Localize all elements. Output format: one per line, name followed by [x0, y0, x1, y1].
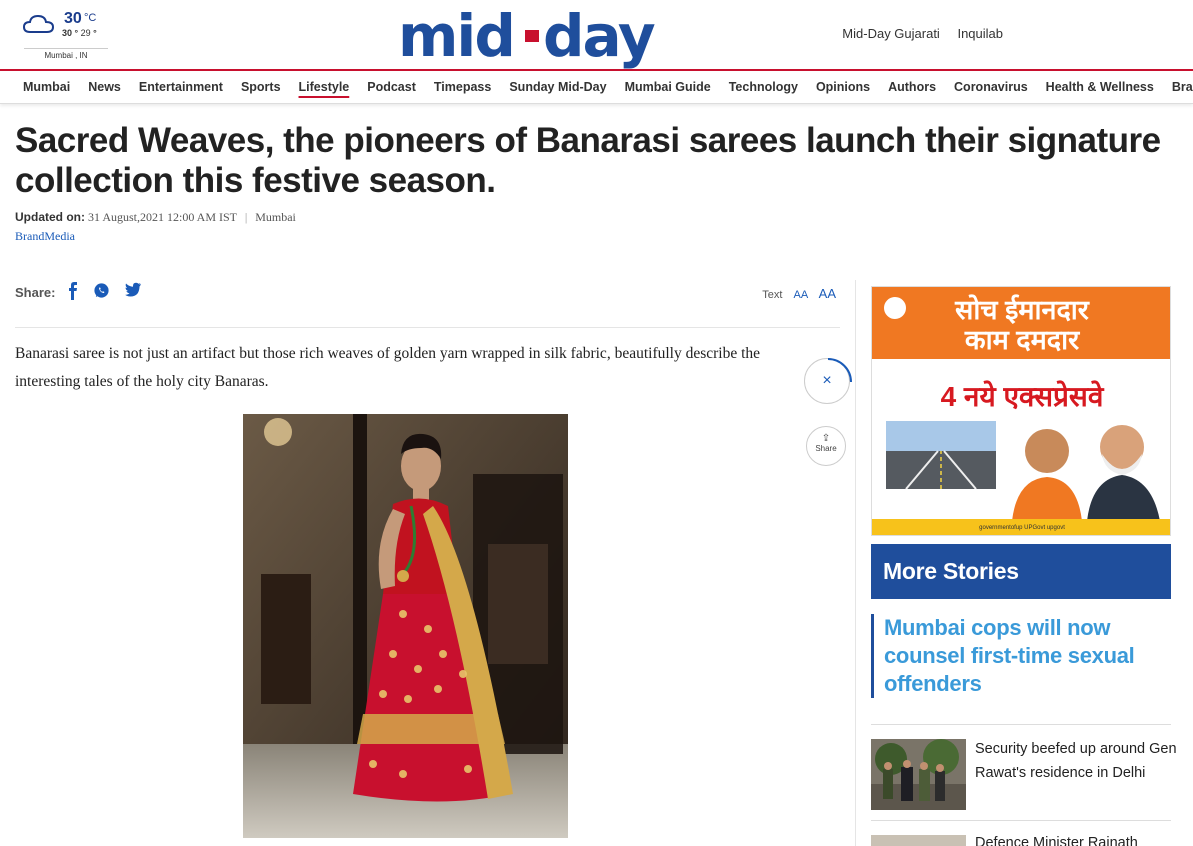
nav-item-technology[interactable]: Technology [720, 80, 807, 94]
share-label: Share: [15, 285, 56, 300]
nav-item-coronavirus[interactable]: Coronavirus [945, 80, 1037, 94]
site-header: 30 °C 30 ° 29 ° Mumbai , IN mid day Mid-… [0, 0, 1193, 70]
close-floating-button[interactable]: × [804, 358, 852, 404]
nav-item-lifestyle[interactable]: Lifestyle [290, 80, 359, 94]
nav-item-mumbai-guide[interactable]: Mumbai Guide [616, 80, 720, 94]
edition-link-gujarati[interactable]: Mid-Day Gujarati [842, 26, 940, 41]
nav-item-health-wellness[interactable]: Health & Wellness [1037, 80, 1163, 94]
weather-widget[interactable]: 30 °C 30 ° 29 ° Mumbai , IN [22, 8, 110, 60]
svg-text:mid: mid [398, 2, 514, 70]
story-divider [871, 724, 1171, 725]
article-headline: Sacred Weaves, the pioneers of Banarasi … [15, 121, 1161, 200]
story-title: Security beefed up around Gen Rawat's re… [975, 741, 1177, 781]
main-nav: Mumbai News Entertainment Sports Lifesty… [0, 71, 1193, 104]
article-meta: Updated on: 31 August,2021 12:00 AM IST … [15, 210, 296, 225]
text-size-increase[interactable]: AA [819, 286, 836, 301]
share-icon: ⇪ [821, 433, 831, 444]
story-thumbnail [871, 739, 966, 810]
story-item[interactable]: Defence Minister Rajnath [871, 831, 1191, 846]
security-photo [871, 739, 966, 810]
weather-high-low: 30 ° 29 ° [62, 28, 97, 38]
progress-ring-icon [827, 358, 852, 383]
twitter-icon[interactable] [124, 282, 142, 303]
site-logo[interactable]: mid day [398, 0, 680, 70]
nav-item-sunday-mid-day[interactable]: Sunday Mid-Day [500, 80, 615, 94]
more-stories-heading: More Stories [871, 544, 1171, 599]
floating-share-button[interactable]: ⇪ Share [806, 426, 846, 466]
nav-item-brand-media[interactable]: Brand Media [1163, 80, 1193, 94]
ad-body: 4 नये एक्सप्रेसवे governmentofup UPGovt … [872, 359, 1170, 535]
article-lede: Banarasi saree is not just an artifact b… [15, 345, 761, 390]
edition-links: Mid-Day Gujarati Inquilab [828, 26, 1003, 41]
leaders-portrait-image [1012, 425, 1160, 521]
text-size-controls: Text AA AA [762, 286, 836, 301]
article-image [243, 414, 568, 838]
share-bar: Share: Text AA AA [15, 280, 840, 328]
weather-temp: 30 [64, 10, 82, 27]
expressway-image [886, 421, 996, 489]
column-divider [855, 280, 856, 846]
sidebar-advertisement[interactable]: सोच ईमानदार काम दमदार 4 नये एक्सप्रेसवे … [871, 286, 1171, 536]
story-thumbnail [871, 835, 966, 846]
updated-label: Updated on: [15, 210, 85, 224]
ad-tagline: सोच ईमानदार काम दमदार [872, 295, 1170, 355]
saree-photo [243, 414, 568, 838]
cloud-icon [22, 14, 55, 33]
story-item[interactable]: Security beefed up around Gen Rawat's re… [871, 737, 1191, 811]
ad-line-2: काम दमदार [964, 325, 1080, 355]
ad-top-banner: सोच ईमानदार काम दमदार [872, 287, 1170, 359]
nav-item-podcast[interactable]: Podcast [358, 80, 425, 94]
article-location: Mumbai [255, 210, 296, 224]
nav-item-mumbai[interactable]: Mumbai [14, 80, 79, 94]
text-size-label: Text [762, 289, 783, 301]
floating-share-label: Share [815, 444, 837, 453]
story-title: Defence Minister Rajnath [975, 835, 1138, 846]
weather-low: 29 [80, 28, 91, 38]
weather-unit: °C [84, 12, 97, 24]
ad-footer-social: governmentofup UPGovt upgovt [872, 519, 1170, 535]
mid-day-logo: mid day [398, 2, 657, 70]
edition-link-inquilab[interactable]: Inquilab [957, 26, 1003, 41]
updated-value: 31 August,2021 12:00 AM IST [88, 210, 237, 224]
weather-high: 30 [62, 28, 73, 38]
text-size-decrease[interactable]: AA [794, 289, 808, 301]
nav-item-entertainment[interactable]: Entertainment [130, 80, 232, 94]
svg-text:day: day [543, 2, 655, 70]
meta-separator: | [244, 210, 248, 224]
whatsapp-icon[interactable] [93, 282, 110, 304]
ad-line-1: सोच ईमानदार [955, 295, 1089, 325]
story-divider [871, 820, 1171, 821]
nav-item-timepass[interactable]: Timepass [425, 80, 500, 94]
facebook-icon[interactable] [67, 282, 79, 305]
nav-item-news[interactable]: News [79, 80, 130, 94]
article-category-link[interactable]: BrandMedia [15, 229, 75, 244]
nav-item-authors[interactable]: Authors [879, 80, 945, 94]
nav-item-opinions[interactable]: Opinions [807, 80, 879, 94]
featured-story-link[interactable]: Mumbai cops will now counsel first-time … [871, 614, 1171, 698]
weather-location: Mumbai , IN [24, 48, 108, 60]
nav-item-sports[interactable]: Sports [232, 80, 290, 94]
